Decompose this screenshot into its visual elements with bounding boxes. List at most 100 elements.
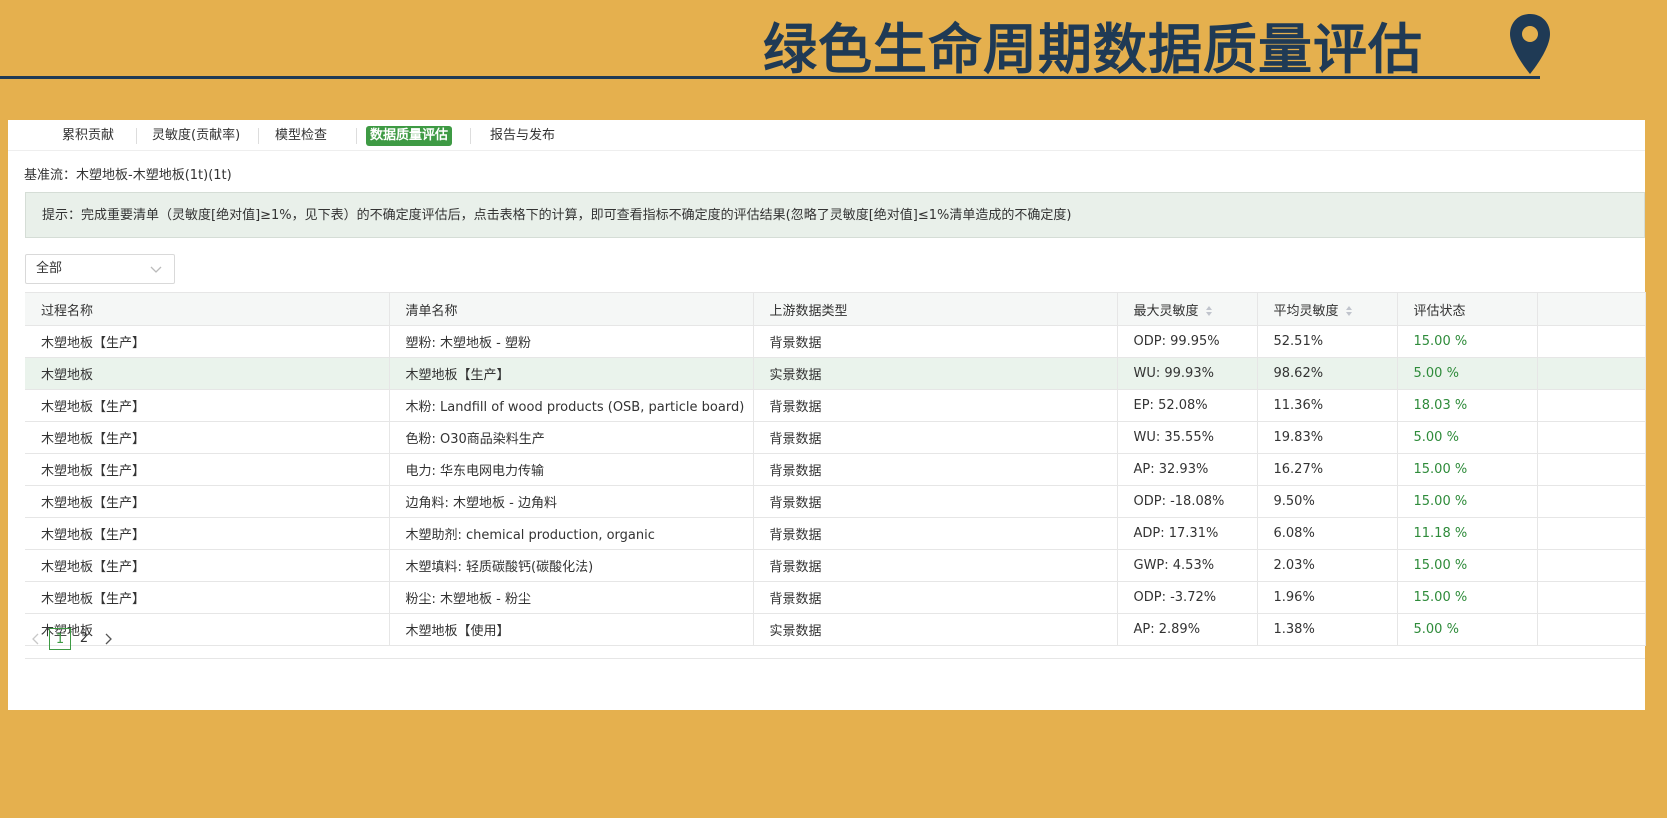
cell-data-type: 实景数据	[753, 357, 1118, 390]
cell-extra	[1537, 421, 1646, 454]
cell-data-type: 背景数据	[753, 421, 1118, 454]
table-row[interactable]: 木塑地板【生产】 木塑助剂: chemical production, orga…	[25, 517, 1646, 550]
cell-extra	[1537, 517, 1646, 550]
cell-extra	[1537, 613, 1646, 646]
header-avg-sensitivity[interactable]: 平均灵敏度	[1257, 292, 1398, 326]
header-max-sensitivity[interactable]: 最大灵敏度	[1117, 292, 1258, 326]
sort-icon[interactable]	[1205, 305, 1213, 317]
cell-inventory: 木粉: Landfill of wood products (OSB, part…	[389, 389, 754, 422]
cell-avg-sensitivity: 52.51%	[1257, 325, 1398, 358]
cell-avg-sensitivity: 9.50%	[1257, 485, 1398, 518]
cell-max-sensitivity: WU: 99.93%	[1117, 357, 1258, 390]
notice-banner: 提示：完成重要清单（灵敏度[绝对值]≥1%，见下表）的不确定度评估后，点击表格下…	[25, 192, 1645, 238]
header-inventory-name: 清单名称	[389, 292, 754, 326]
prev-page-button[interactable]	[25, 628, 47, 650]
cell-process: 木塑地板【生产】	[25, 325, 390, 358]
chevron-left-icon	[32, 633, 39, 645]
cell-extra	[1537, 549, 1646, 582]
header-extra	[1537, 292, 1646, 326]
cell-inventory: 边角料: 木塑地板 - 边角料	[389, 485, 754, 518]
cell-max-sensitivity: ODP: 99.95%	[1117, 325, 1258, 358]
cell-status: 5.00 %	[1397, 357, 1538, 390]
cell-process: 木塑地板【生产】	[25, 389, 390, 422]
cell-extra	[1537, 485, 1646, 518]
cell-max-sensitivity: EP: 52.08%	[1117, 389, 1258, 422]
cell-max-sensitivity: AP: 2.89%	[1117, 613, 1258, 646]
sort-icon[interactable]	[1345, 305, 1353, 317]
table-row[interactable]: 木塑地板【生产】 色粉: O30商品染料生产 背景数据 WU: 35.55% 1…	[25, 421, 1646, 454]
page-button-1[interactable]: 1	[49, 628, 71, 650]
header-avg-sensitivity-label: 平均灵敏度	[1273, 303, 1339, 319]
cell-extra	[1537, 325, 1646, 358]
cell-inventory: 色粉: O30商品染料生产	[389, 421, 754, 454]
cell-status: 15.00 %	[1397, 325, 1538, 358]
cell-data-type: 背景数据	[753, 485, 1118, 518]
header-assessment-status: 评估状态	[1397, 292, 1538, 326]
main-panel: 累积贡献 灵敏度(贡献率) 模型检查 数据质量评估 报告与发布 基准流：木塑地板…	[8, 120, 1646, 710]
chevron-right-icon	[105, 633, 112, 645]
cell-avg-sensitivity: 16.27%	[1257, 453, 1398, 486]
cell-avg-sensitivity: 98.62%	[1257, 357, 1398, 390]
cell-extra	[1537, 581, 1646, 614]
cell-status: 15.00 %	[1397, 453, 1538, 486]
tab-sensitivity[interactable]: 灵敏度(贡献率)	[148, 126, 244, 146]
data-table: 过程名称 清单名称 上游数据类型 最大灵敏度 平均灵敏度 评估状态 木塑地板【生…	[25, 292, 1646, 646]
tab-cumulative-contribution[interactable]: 累积贡献	[58, 126, 118, 146]
cell-inventory: 电力: 华东电网电力传输	[389, 453, 754, 486]
cell-process: 木塑地板【生产】	[25, 453, 390, 486]
cell-data-type: 背景数据	[753, 325, 1118, 358]
cell-status: 5.00 %	[1397, 421, 1538, 454]
tab-separator	[258, 128, 259, 144]
cell-process: 木塑地板【生产】	[25, 421, 390, 454]
table-row[interactable]: 木塑地板【生产】 木粉: Landfill of wood products (…	[25, 389, 1646, 422]
tab-bar: 累积贡献 灵敏度(贡献率) 模型检查 数据质量评估 报告与发布	[8, 120, 1645, 151]
tab-report-publish[interactable]: 报告与发布	[486, 126, 559, 146]
location-pin-icon	[1510, 14, 1550, 74]
cell-max-sensitivity: ODP: -18.08%	[1117, 485, 1258, 518]
table-row[interactable]: 木塑地板【生产】 边角料: 木塑地板 - 边角料 背景数据 ODP: -18.0…	[25, 485, 1646, 518]
table-row[interactable]: 木塑地板【生产】 粉尘: 木塑地板 - 粉尘 背景数据 ODP: -3.72% …	[25, 581, 1646, 614]
cell-max-sensitivity: ODP: -3.72%	[1117, 581, 1258, 614]
cell-inventory: 塑粉: 木塑地板 - 塑粉	[389, 325, 754, 358]
cell-data-type: 背景数据	[753, 453, 1118, 486]
cell-avg-sensitivity: 19.83%	[1257, 421, 1398, 454]
tab-separator	[356, 128, 357, 144]
tab-data-quality-assessment[interactable]: 数据质量评估	[366, 126, 453, 146]
cell-status: 18.03 %	[1397, 389, 1538, 422]
cell-avg-sensitivity: 1.38%	[1257, 613, 1398, 646]
cell-inventory: 木塑地板【使用】	[389, 613, 754, 646]
cell-avg-sensitivity: 1.96%	[1257, 581, 1398, 614]
filter-select-value: 全部	[36, 261, 63, 276]
chevron-down-icon	[150, 266, 162, 273]
cell-data-type: 实景数据	[753, 613, 1118, 646]
cell-inventory: 木塑填料: 轻质碳酸钙(碳酸化法)	[389, 549, 754, 582]
cell-process: 木塑地板【生产】	[25, 485, 390, 518]
table-row[interactable]: 木塑地板【生产】 塑粉: 木塑地板 - 塑粉 背景数据 ODP: 99.95% …	[25, 325, 1646, 358]
next-page-button[interactable]	[97, 628, 119, 650]
tab-model-check[interactable]: 模型检查	[271, 126, 331, 146]
cell-extra	[1537, 357, 1646, 390]
cell-extra	[1537, 389, 1646, 422]
cell-extra	[1537, 453, 1646, 486]
cell-inventory: 木塑地板【生产】	[389, 357, 754, 390]
filter-select[interactable]: 全部	[25, 254, 175, 284]
cell-avg-sensitivity: 2.03%	[1257, 549, 1398, 582]
table-row[interactable]: 木塑地板【生产】 电力: 华东电网电力传输 背景数据 AP: 32.93% 16…	[25, 453, 1646, 486]
table-row[interactable]: 木塑地板【生产】 木塑填料: 轻质碳酸钙(碳酸化法) 背景数据 GWP: 4.5…	[25, 549, 1646, 582]
cell-max-sensitivity: WU: 35.55%	[1117, 421, 1258, 454]
header-max-sensitivity-label: 最大灵敏度	[1133, 303, 1199, 319]
cell-process: 木塑地板【生产】	[25, 517, 390, 550]
cell-status: 15.00 %	[1397, 485, 1538, 518]
cell-avg-sensitivity: 6.08%	[1257, 517, 1398, 550]
cell-max-sensitivity: AP: 32.93%	[1117, 453, 1258, 486]
cell-inventory: 粉尘: 木塑地板 - 粉尘	[389, 581, 754, 614]
header-process-name: 过程名称	[25, 292, 390, 326]
cell-data-type: 背景数据	[753, 389, 1118, 422]
table-row[interactable]: 木塑地板 木塑地板【生产】 实景数据 WU: 99.93% 98.62% 5.0…	[25, 357, 1646, 390]
cell-max-sensitivity: ADP: 17.31%	[1117, 517, 1258, 550]
cell-status: 11.18 %	[1397, 517, 1538, 550]
cell-avg-sensitivity: 11.36%	[1257, 389, 1398, 422]
header-upstream-data-type: 上游数据类型	[753, 292, 1118, 326]
table-row[interactable]: 木塑地板 木塑地板【使用】 实景数据 AP: 2.89% 1.38% 5.00 …	[25, 613, 1646, 646]
page-button-2[interactable]: 2	[73, 628, 95, 650]
